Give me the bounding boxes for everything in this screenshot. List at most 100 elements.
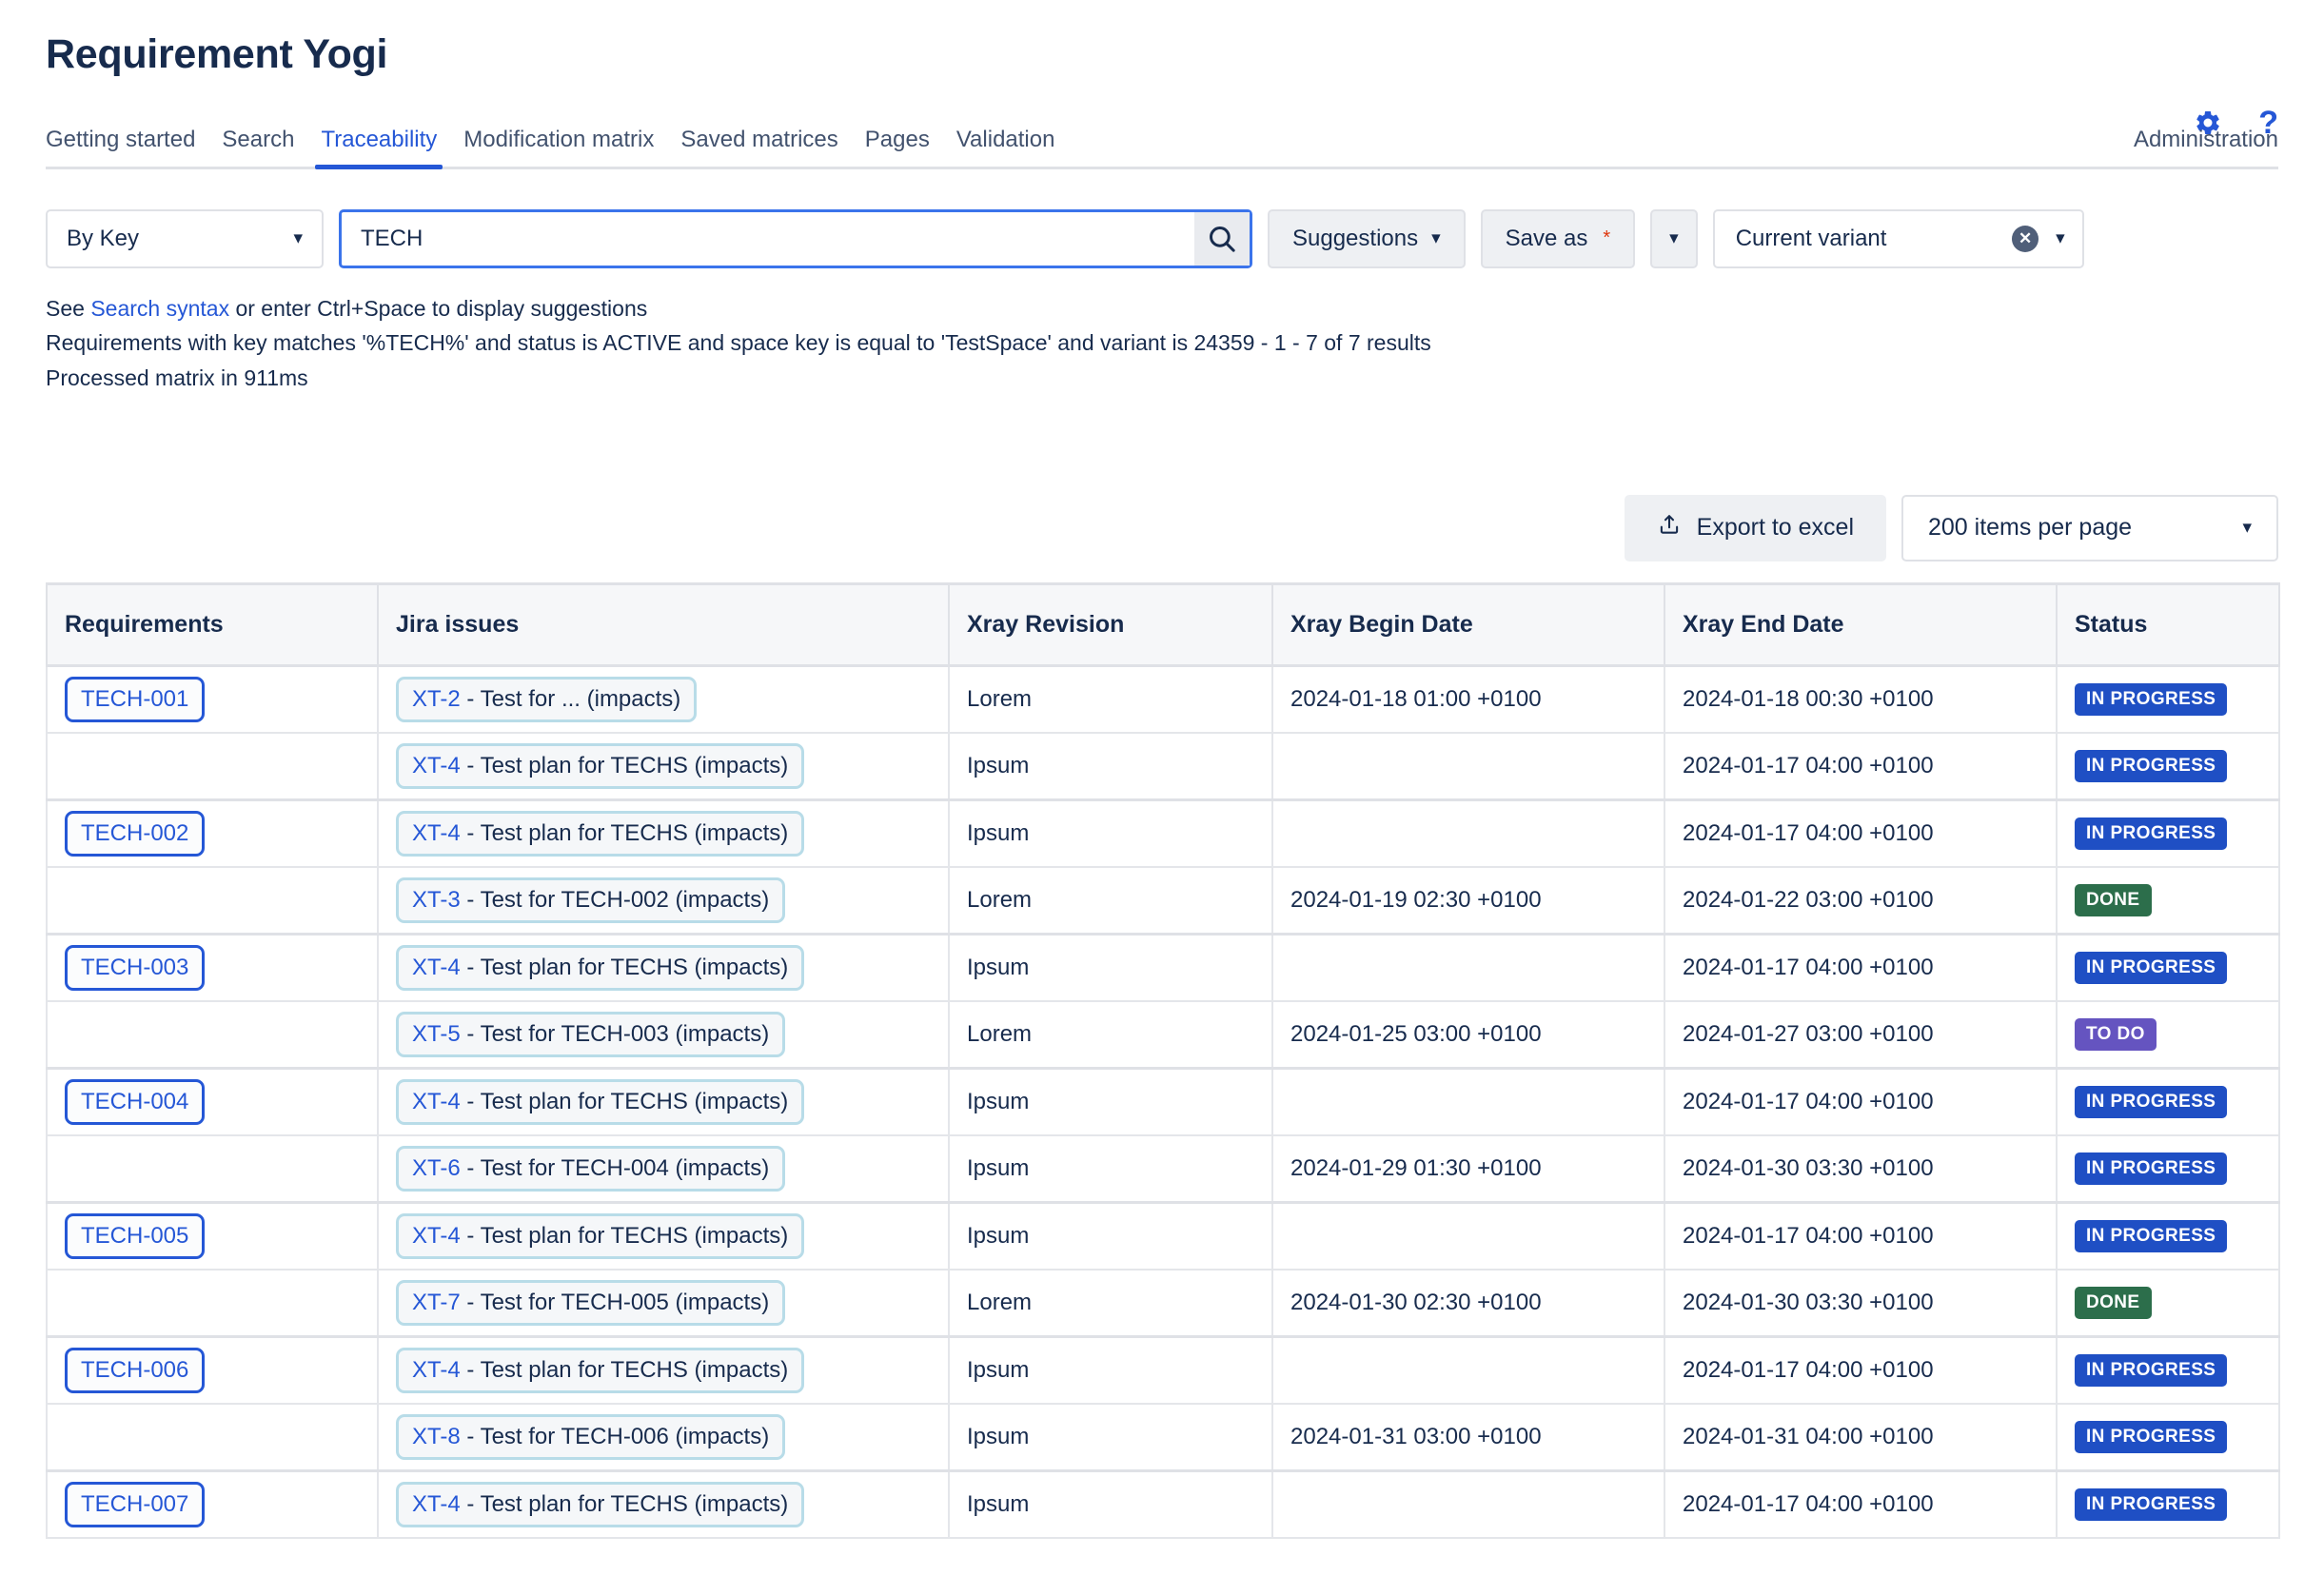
cell-xray-begin-date: 2024-01-19 02:30 +0100 <box>1272 867 1664 935</box>
jira-issue-key[interactable]: XT-4 <box>412 820 461 846</box>
jira-issue-key[interactable]: XT-4 <box>412 955 461 980</box>
jira-issue-summary: - Test plan for TECHS (impacts) <box>461 820 789 846</box>
col-header-jira-issues[interactable]: Jira issues <box>378 583 949 665</box>
cell-jira-issue: XT-7 - Test for TECH-005 (impacts) <box>378 1270 949 1337</box>
cell-xray-end-date: 2024-01-31 04:00 +0100 <box>1664 1404 2057 1471</box>
search-mode-label: By Key <box>67 226 139 252</box>
jira-issue-summary: - Test plan for TECHS (impacts) <box>461 1357 789 1383</box>
tab-search[interactable]: Search <box>208 127 307 167</box>
cell-requirement <box>47 1135 378 1203</box>
search-syntax-link[interactable]: Search syntax <box>90 296 229 321</box>
jira-issue-key[interactable]: XT-2 <box>412 686 461 712</box>
clear-circle-icon[interactable]: ✕ <box>2012 226 2038 252</box>
variant-select[interactable]: Current variant ✕ ▾ <box>1713 209 2084 268</box>
status-badge: IN PROGRESS <box>2075 1086 2227 1118</box>
cell-xray-revision: Lorem <box>949 867 1272 935</box>
requirement-chip[interactable]: TECH-006 <box>65 1348 205 1393</box>
requirement-chip[interactable]: TECH-005 <box>65 1213 205 1259</box>
save-as-button[interactable]: Save as* <box>1481 209 1636 268</box>
col-header-xray-revision[interactable]: Xray Revision <box>949 583 1272 665</box>
requirement-chip[interactable]: TECH-002 <box>65 811 205 857</box>
jira-issue-chip[interactable]: XT-4 - Test plan for TECHS (impacts) <box>396 1348 804 1393</box>
table-row: TECH-003 XT-4 - Test plan for TECHS (impa… <box>47 934 2279 1001</box>
requirement-chip[interactable]: TECH-003 <box>65 945 205 991</box>
administration-link[interactable]: Administration <box>2134 127 2278 153</box>
export-to-excel-button[interactable]: Export to excel <box>1625 495 1886 561</box>
cell-status: IN PROGRESS <box>2057 1068 2279 1135</box>
cell-xray-end-date: 2024-01-22 03:00 +0100 <box>1664 867 2057 935</box>
save-as-dropdown-button[interactable]: ▾ <box>1650 209 1698 268</box>
tab-traceability[interactable]: Traceability <box>307 127 450 167</box>
tab-saved-matrices[interactable]: Saved matrices <box>667 127 851 167</box>
items-per-page-label: 200 items per page <box>1928 514 2132 542</box>
status-badge: IN PROGRESS <box>2075 1152 2227 1185</box>
cell-xray-revision: Lorem <box>949 1270 1272 1337</box>
tab-modification-matrix[interactable]: Modification matrix <box>450 127 667 167</box>
col-header-requirements[interactable]: Requirements <box>47 583 378 665</box>
requirement-chip[interactable]: TECH-004 <box>65 1079 205 1125</box>
jira-issue-chip[interactable]: XT-2 - Test for ... (impacts) <box>396 677 697 722</box>
cell-jira-issue: XT-4 - Test plan for TECHS (impacts) <box>378 1336 949 1404</box>
jira-issue-summary: - Test for TECH-006 (impacts) <box>461 1424 770 1449</box>
cell-status: IN PROGRESS <box>2057 1135 2279 1203</box>
col-header-xray-begin-date[interactable]: Xray Begin Date <box>1272 583 1664 665</box>
items-per-page-select[interactable]: 200 items per page ▾ <box>1901 495 2278 561</box>
jira-issue-chip[interactable]: XT-4 - Test plan for TECHS (impacts) <box>396 743 804 789</box>
jira-issue-summary: - Test for TECH-005 (impacts) <box>461 1290 770 1315</box>
cell-status: IN PROGRESS <box>2057 1202 2279 1270</box>
status-badge: IN PROGRESS <box>2075 683 2227 716</box>
search-input[interactable] <box>359 212 1194 266</box>
tab-validation[interactable]: Validation <box>943 127 1069 167</box>
jira-issue-chip[interactable]: XT-4 - Test plan for TECHS (impacts) <box>396 1482 804 1527</box>
jira-issue-key[interactable]: XT-4 <box>412 1491 461 1517</box>
status-badge: IN PROGRESS <box>2075 1421 2227 1453</box>
jira-issue-chip[interactable]: XT-4 - Test plan for TECHS (impacts) <box>396 1079 804 1125</box>
jira-issue-chip[interactable]: XT-7 - Test for TECH-005 (impacts) <box>396 1280 785 1326</box>
jira-issue-chip[interactable]: XT-4 - Test plan for TECHS (impacts) <box>396 945 804 991</box>
col-header-status[interactable]: Status <box>2057 583 2279 665</box>
jira-issue-key[interactable]: XT-4 <box>412 1223 461 1249</box>
cell-jira-issue: XT-8 - Test for TECH-006 (impacts) <box>378 1404 949 1471</box>
jira-issue-key[interactable]: XT-8 <box>412 1424 461 1449</box>
cell-xray-revision: Ipsum <box>949 1404 1272 1471</box>
cell-status: IN PROGRESS <box>2057 934 2279 1001</box>
requirement-chip[interactable]: TECH-007 <box>65 1482 205 1527</box>
jira-issue-key[interactable]: XT-7 <box>412 1290 461 1315</box>
search-mode-select[interactable]: By Key ▾ <box>46 209 324 268</box>
table-body: TECH-001 XT-2 - Test for ... (impacts) Lor… <box>47 665 2279 1538</box>
table-row: XT-5 - Test for TECH-003 (impacts)Lorem2… <box>47 1001 2279 1069</box>
cell-requirement: TECH-001 <box>47 665 378 733</box>
jira-issue-summary: - Test plan for TECHS (impacts) <box>461 1089 789 1114</box>
suggestions-button[interactable]: Suggestions ▾ <box>1268 209 1466 268</box>
jira-issue-key[interactable]: XT-5 <box>412 1021 461 1047</box>
col-header-xray-end-date[interactable]: Xray End Date <box>1664 583 2057 665</box>
cell-xray-revision: Ipsum <box>949 1202 1272 1270</box>
tab-getting-started[interactable]: Getting started <box>46 127 208 167</box>
jira-issue-key[interactable]: XT-4 <box>412 1357 461 1383</box>
jira-issue-summary: - Test for ... (impacts) <box>461 686 681 712</box>
export-label: Export to excel <box>1697 514 1854 542</box>
jira-issue-chip[interactable]: XT-3 - Test for TECH-002 (impacts) <box>396 877 785 923</box>
jira-issue-key[interactable]: XT-4 <box>412 1089 461 1114</box>
tab-pages[interactable]: Pages <box>852 127 943 167</box>
search-syntax-hint: See Search syntax or enter Ctrl+Space to… <box>46 291 2278 326</box>
jira-issue-key[interactable]: XT-6 <box>412 1155 461 1181</box>
jira-issue-key[interactable]: XT-4 <box>412 753 461 778</box>
jira-issue-chip[interactable]: XT-6 - Test for TECH-004 (impacts) <box>396 1146 785 1192</box>
jira-issue-chip[interactable]: XT-5 - Test for TECH-003 (impacts) <box>396 1012 785 1057</box>
jira-issue-chip[interactable]: XT-4 - Test plan for TECHS (impacts) <box>396 811 804 857</box>
cell-status: IN PROGRESS <box>2057 665 2279 733</box>
search-icon[interactable] <box>1194 212 1250 266</box>
jira-issue-key[interactable]: XT-3 <box>412 887 461 913</box>
processing-time: Processed matrix in 911ms <box>46 361 2278 396</box>
jira-issue-chip[interactable]: XT-4 - Test plan for TECHS (impacts) <box>396 1213 804 1259</box>
jira-issue-chip[interactable]: XT-8 - Test for TECH-006 (impacts) <box>396 1414 785 1460</box>
table-row: TECH-006 XT-4 - Test plan for TECHS (impa… <box>47 1336 2279 1404</box>
requirement-chip[interactable]: TECH-001 <box>65 677 205 722</box>
cell-requirement <box>47 867 378 935</box>
cell-xray-revision: Ipsum <box>949 799 1272 867</box>
status-badge: IN PROGRESS <box>2075 1354 2227 1387</box>
chevron-down-icon: ▾ <box>2242 517 2252 539</box>
cell-requirement: TECH-003 <box>47 934 378 1001</box>
cell-jira-issue: XT-4 - Test plan for TECHS (impacts) <box>378 799 949 867</box>
